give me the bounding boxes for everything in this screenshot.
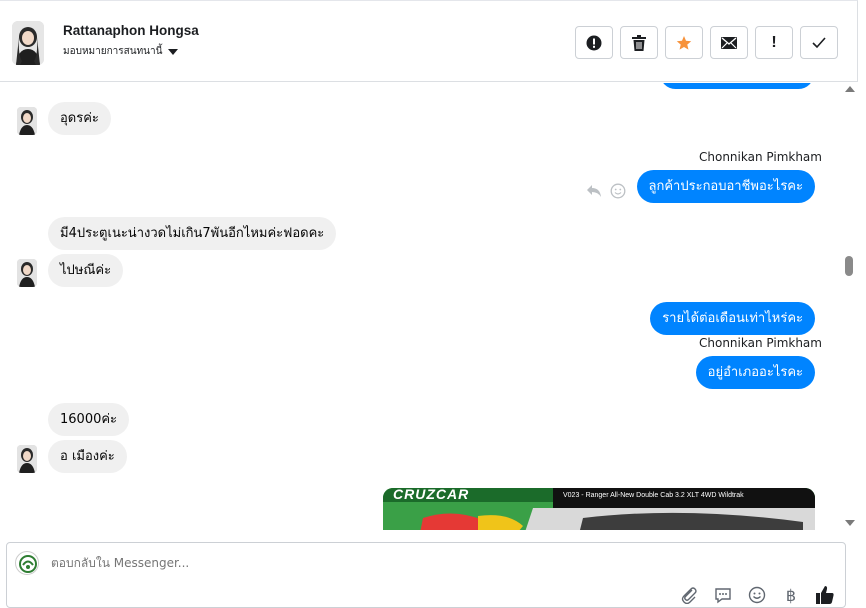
saved-reply-icon[interactable] [713, 585, 733, 605]
exclamation-icon: ! [771, 33, 777, 51]
scroll-down-arrow-icon[interactable] [845, 520, 855, 526]
thread-scrollbar[interactable] [842, 83, 856, 530]
message-bubble-outgoing-partial [660, 83, 814, 89]
message-bubble-incoming: อุดรค่ะ [48, 102, 111, 135]
message-bubble-incoming: มี4ประตูเนะน่างวดไม่เกิน7พันอีกไหมค่ะฟอด… [48, 217, 337, 250]
check-icon [812, 36, 826, 48]
image-caption: V023 - Ranger All-New Double Cab 3.2 XLT… [563, 492, 744, 499]
contact-name: Rattanaphon Hongsa [63, 23, 199, 38]
message-bubble-outgoing: อยู่อำเภออะไรคะ [695, 356, 815, 389]
assign-conversation-dropdown[interactable]: มอบหมายการสนทนานี้ [63, 44, 179, 59]
conversation-toolbar: ! [575, 26, 838, 59]
composer-actions: ฿ [679, 585, 835, 605]
message-bubble-incoming: ไปษณีค่ะ [48, 254, 124, 287]
thumbs-up-icon[interactable] [815, 585, 835, 605]
message-bubble-incoming: อ เมืองค่ะ [48, 440, 127, 473]
reaction-icon[interactable] [610, 183, 626, 199]
contact-avatar[interactable] [12, 21, 44, 65]
star-icon [676, 35, 692, 50]
contact-avatar-small [17, 445, 37, 473]
exclamation-circle-icon [586, 35, 602, 50]
image-banner-text: CRUZCAR [393, 488, 470, 502]
paperclip-icon[interactable] [679, 585, 699, 605]
contact-avatar-small [17, 107, 37, 135]
message-bubble-outgoing: ลูกค้าประกอบอาชีพอะไรคะ [636, 170, 815, 203]
alert-button[interactable] [575, 26, 613, 59]
caret-down-icon [168, 48, 179, 55]
sender-name: Chonnikan Pimkham [699, 336, 822, 350]
mark-done-button[interactable] [800, 26, 838, 59]
scrollbar-thumb[interactable] [845, 256, 853, 276]
trash-icon [632, 34, 646, 51]
scroll-up-arrow-icon[interactable] [845, 86, 855, 92]
baht-icon[interactable]: ฿ [781, 585, 801, 605]
assign-label: มอบหมายการสนทนานี้ [63, 46, 163, 57]
image-attachment[interactable]: CRUZCAR V023 - Ranger All-New Double Cab… [383, 488, 815, 530]
contact-avatar-small [17, 259, 37, 287]
message-composer: ฿ [6, 542, 846, 608]
message-bubble-incoming: 16000ค่ะ [48, 403, 130, 436]
message-actions [586, 183, 626, 199]
conversation-header: Rattanaphon Hongsa มอบหมายการสนทนานี้ ! [0, 0, 858, 82]
mark-important-button[interactable]: ! [755, 26, 793, 59]
star-button[interactable] [665, 26, 703, 59]
reply-input[interactable] [51, 556, 651, 570]
reply-icon[interactable] [586, 184, 602, 198]
page-avatar [15, 551, 39, 575]
message-thread[interactable]: อุดรค่ะ Chonnikan Pimkham ลูกค้าประกอบอา… [0, 83, 840, 530]
email-button[interactable] [710, 26, 748, 59]
delete-button[interactable] [620, 26, 658, 59]
envelope-icon [721, 36, 737, 49]
message-bubble-outgoing: รายได้ต่อเดือนเท่าไหร่คะ [650, 302, 815, 335]
sender-name: Chonnikan Pimkham [699, 150, 822, 164]
emoji-icon[interactable] [747, 585, 767, 605]
